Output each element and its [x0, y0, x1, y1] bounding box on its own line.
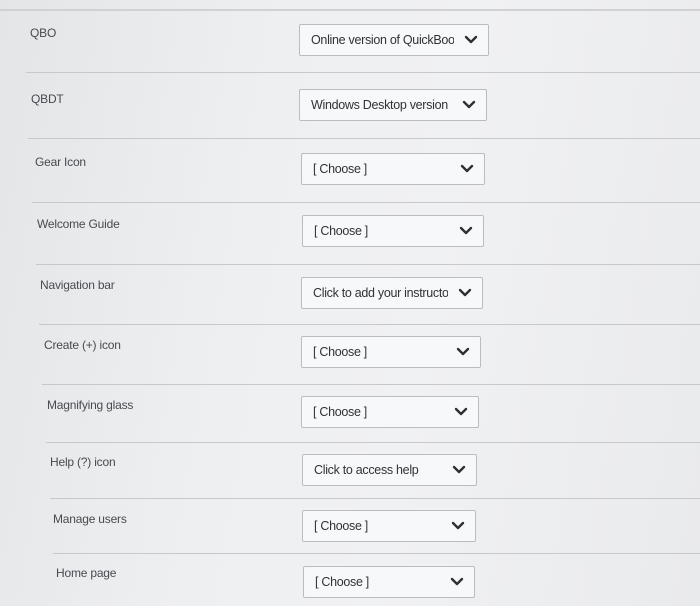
- term-label: Help (?) icon: [50, 455, 116, 469]
- matching-question: QBO Online version of QuickBoo QBDT Wind…: [0, 0, 700, 606]
- selected-value: Click to access help: [314, 463, 419, 477]
- term-label: Create (+) icon: [44, 338, 121, 352]
- answer-select-welcome-guide[interactable]: [ Choose ]: [302, 215, 484, 247]
- answer-select-qbdt[interactable]: Windows Desktop version: [299, 89, 487, 121]
- divider: [39, 324, 700, 325]
- answer-select-create-icon[interactable]: [ Choose ]: [301, 336, 481, 368]
- term-label: Welcome Guide: [37, 217, 120, 231]
- chevron-down-icon: [456, 347, 470, 357]
- chevron-down-icon: [464, 35, 478, 45]
- divider: [36, 264, 700, 265]
- selected-value: [ Choose ]: [313, 162, 367, 176]
- answer-select-magnifying-glass[interactable]: [ Choose ]: [301, 396, 479, 428]
- term-label: Magnifying glass: [47, 398, 134, 412]
- term-label: Navigation bar: [40, 278, 115, 292]
- answer-select-navigation-bar[interactable]: Click to add your instructor: [301, 277, 483, 309]
- selected-value: [ Choose ]: [315, 575, 369, 589]
- divider: [46, 442, 700, 443]
- chevron-down-icon: [460, 164, 474, 174]
- divider: [32, 202, 700, 203]
- selected-value: [ Choose ]: [313, 405, 367, 419]
- divider: [53, 553, 700, 554]
- divider: [0, 9, 700, 11]
- term-label: QBDT: [31, 92, 64, 106]
- chevron-down-icon: [459, 226, 473, 236]
- chevron-down-icon: [458, 288, 472, 298]
- term-label: Gear Icon: [35, 155, 86, 169]
- selected-value: [ Choose ]: [314, 224, 368, 238]
- chevron-down-icon: [450, 577, 464, 587]
- divider: [42, 384, 700, 385]
- answer-select-qbo[interactable]: Online version of QuickBoo: [299, 24, 489, 56]
- chevron-down-icon: [452, 465, 466, 475]
- divider: [26, 72, 700, 73]
- answer-select-home-page[interactable]: [ Choose ]: [303, 566, 475, 598]
- answer-select-help-icon[interactable]: Click to access help: [302, 454, 477, 486]
- divider: [50, 498, 700, 499]
- term-label: Home page: [56, 566, 117, 580]
- selected-value: Windows Desktop version: [311, 98, 448, 112]
- selected-value: Online version of QuickBoo: [311, 33, 454, 47]
- term-label: Manage users: [53, 512, 127, 526]
- answer-select-manage-users[interactable]: [ Choose ]: [302, 510, 476, 542]
- chevron-down-icon: [454, 407, 468, 417]
- term-label: QBO: [30, 26, 57, 40]
- selected-value: Click to add your instructor: [313, 286, 448, 300]
- chevron-down-icon: [451, 521, 465, 531]
- divider: [28, 138, 700, 139]
- selected-value: [ Choose ]: [314, 519, 368, 533]
- chevron-down-icon: [462, 100, 476, 110]
- answer-select-gear-icon[interactable]: [ Choose ]: [301, 153, 485, 185]
- selected-value: [ Choose ]: [313, 345, 367, 359]
